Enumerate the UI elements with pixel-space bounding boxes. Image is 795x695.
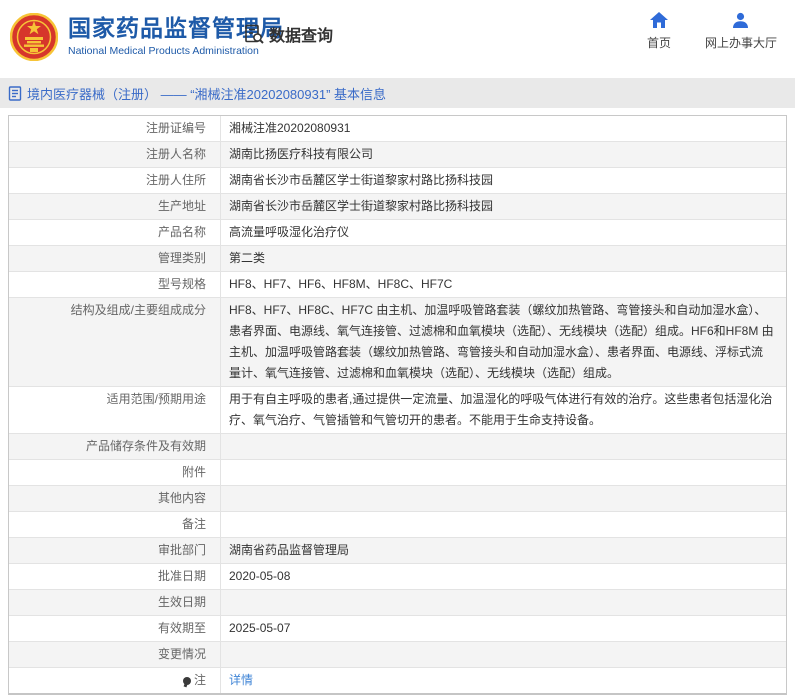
row-value: [221, 642, 786, 667]
data-query-icon: [243, 23, 265, 45]
table-row: 注册人住所 湖南省长沙市岳麓区学士街道黎家村路比扬科技园: [9, 168, 786, 194]
row-label: 变更情况: [9, 642, 221, 667]
row-value: 湘械注准20202080931: [229, 121, 351, 135]
table-row: 备注: [9, 512, 786, 538]
row-value: 湖南省药品监督管理局: [229, 543, 350, 557]
info-table-body: 注册证编号 湘械注准20202080931 注册人名称 湖南比扬医疗科技有限公司 注册人…: [9, 116, 786, 693]
table-row: 注 详情: [9, 668, 786, 693]
row-label: 注册人住所: [9, 168, 221, 193]
registration-info-table: 注册证编号 湘械注准20202080931 注册人名称 湖南比扬医疗科技有限公司 注册人…: [8, 115, 787, 695]
row-value: 2020-05-08: [229, 569, 291, 583]
national-emblem-logo: [10, 13, 58, 61]
row-label-text: 注: [193, 673, 206, 687]
row-label: 生产地址: [9, 194, 221, 219]
row-label: 审批部门: [9, 538, 221, 563]
table-row: 变更情况: [9, 642, 786, 668]
row-label-text: 注册人名称: [145, 147, 206, 161]
document-icon: [8, 85, 22, 101]
row-label-text: 其他内容: [157, 491, 206, 505]
table-row: 有效期至 2025-05-07: [9, 616, 786, 642]
table-row: 生产地址 湖南省长沙市岳麓区学士街道黎家村路比扬科技园: [9, 194, 786, 220]
row-label: 注册人名称: [9, 142, 221, 167]
row-label: 备注: [9, 512, 221, 537]
row-value: 第二类: [229, 251, 266, 265]
row-value: HF8、HF7、HF8C、HF7C 由主机、加温呼吸管路套装（螺纹加热管路、弯管…: [229, 303, 774, 380]
row-label-text: 生产地址: [157, 199, 206, 213]
table-row: 产品储存条件及有效期: [9, 434, 786, 460]
table-row: 结构及组成/主要组成成分 HF8、HF7、HF8C、HF7C 由主机、加温呼吸管路…: [9, 298, 786, 387]
row-value: 用于有自主呼吸的患者,通过提供一定流量、加温湿化的呼吸气体进行有效的治疗。这些患…: [229, 392, 773, 427]
nav-item-label: 网上办事大厅: [704, 36, 777, 50]
table-row: 管理类别 第二类: [9, 246, 786, 272]
row-label: 生效日期: [9, 590, 221, 615]
row-label: 产品名称: [9, 220, 221, 245]
page-header: 国家药品监督管理局 National Medical Products Admi…: [0, 0, 795, 78]
row-value: [221, 460, 786, 485]
detail-link[interactable]: 详情: [229, 673, 253, 687]
row-label-text: 审批部门: [157, 543, 206, 557]
home-icon: [649, 12, 668, 29]
row-label-text: 适用范围/预期用途: [106, 392, 206, 406]
table-row: 注册证编号 湘械注准20202080931: [9, 116, 786, 142]
table-row: 注册人名称 湖南比扬医疗科技有限公司: [9, 142, 786, 168]
table-row: 附件: [9, 460, 786, 486]
row-label: 管理类别: [9, 246, 221, 271]
row-value: [221, 486, 786, 511]
row-label: 其他内容: [9, 486, 221, 511]
table-row: 其他内容: [9, 486, 786, 512]
row-label-text: 结构及组成/主要组成成分: [70, 303, 206, 317]
row-label: 批准日期: [9, 564, 221, 589]
breadcrumb-bar: 境内医疗器械（注册） —— “湘械注准20202080931” 基本信息: [0, 78, 795, 108]
row-value: [221, 590, 786, 615]
row-label: 注: [9, 668, 221, 693]
table-row: 生效日期: [9, 590, 786, 616]
row-label-text: 注册人住所: [145, 173, 206, 187]
row-label: 结构及组成/主要组成成分: [9, 298, 221, 386]
row-value: [221, 434, 786, 459]
row-value: 详情: [221, 668, 786, 693]
row-label-text: 产品名称: [157, 225, 206, 239]
row-label-text: 注册证编号: [145, 121, 206, 135]
row-label-text: 批准日期: [157, 569, 206, 583]
table-row: 型号规格 HF8、HF7、HF6、HF8M、HF8C、HF7C: [9, 272, 786, 298]
nav-item-home[interactable]: 首页: [647, 12, 671, 51]
site-subtitle: National Medical Products Administration: [68, 45, 259, 57]
row-label-text: 有效期至: [157, 621, 206, 635]
table-row: 审批部门 湖南省药品监督管理局: [9, 538, 786, 564]
row-label-text: 变更情况: [157, 647, 206, 661]
row-label: 产品储存条件及有效期: [9, 434, 221, 459]
bulb-icon: [182, 676, 191, 685]
row-label: 有效期至: [9, 616, 221, 641]
row-label-text: 型号规格: [157, 277, 206, 291]
table-row: 适用范围/预期用途 用于有自主呼吸的患者,通过提供一定流量、加温湿化的呼吸气体进行…: [9, 387, 786, 434]
row-value: [221, 512, 786, 537]
row-label: 型号规格: [9, 272, 221, 297]
row-label: 附件: [9, 460, 221, 485]
data-query-label: 数据查询: [269, 28, 334, 45]
row-label-text: 附件: [181, 465, 206, 479]
row-label: 适用范围/预期用途: [9, 387, 221, 433]
row-label-text: 产品储存条件及有效期: [85, 439, 206, 453]
row-label-text: 备注: [181, 517, 206, 531]
data-query-nav[interactable]: 数据查询: [243, 22, 333, 46]
row-label: 注册证编号: [9, 116, 221, 141]
row-label-text: 生效日期: [157, 595, 206, 609]
row-value: 高流量呼吸湿化治疗仪: [229, 225, 350, 239]
table-row: 批准日期 2020-05-08: [9, 564, 786, 590]
table-row: 产品名称 高流量呼吸湿化治疗仪: [9, 220, 786, 246]
breadcrumb: 境内医疗器械（注册） —— “湘械注准20202080931” 基本信息: [27, 86, 387, 102]
row-value: 湖南比扬医疗科技有限公司: [229, 147, 374, 161]
row-label-text: 管理类别: [157, 251, 206, 265]
nav-item-label: 首页: [646, 36, 671, 50]
nav-item-service-hall[interactable]: 网上办事大厅: [705, 12, 777, 51]
row-value: 湖南省长沙市岳麓区学士街道黎家村路比扬科技园: [229, 199, 494, 213]
user-icon: [732, 12, 749, 29]
row-value: 2025-05-07: [229, 621, 291, 635]
row-value: HF8、HF7、HF6、HF8M、HF8C、HF7C: [229, 277, 453, 291]
top-nav: 首页 网上办事大厅: [647, 12, 777, 51]
row-value: 湖南省长沙市岳麓区学士街道黎家村路比扬科技园: [229, 173, 494, 187]
